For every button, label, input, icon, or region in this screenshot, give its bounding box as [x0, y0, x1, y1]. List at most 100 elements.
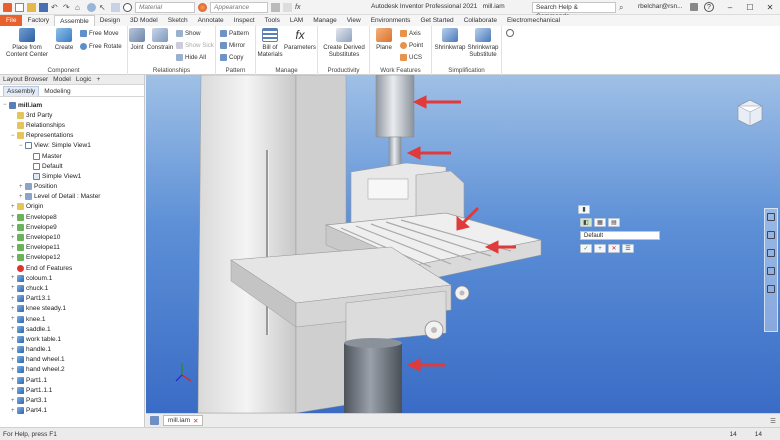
subtab-modeling[interactable]: Modeling — [41, 87, 73, 96]
bill-of-materials-button[interactable]: Bill of Materials — [257, 28, 283, 58]
tab-menu-icon[interactable]: ☰ — [770, 417, 776, 425]
tree-node[interactable]: + chuck.1 — [0, 283, 144, 293]
save-icon[interactable] — [39, 2, 48, 12]
tree-node[interactable]: − Representations — [0, 131, 144, 141]
copy-button[interactable]: Copy — [220, 54, 243, 61]
tab-lam[interactable]: LAM — [285, 15, 308, 26]
update-icon[interactable] — [87, 2, 96, 12]
tab-3d-model[interactable]: 3D Model — [125, 15, 163, 26]
tab-design[interactable]: Design — [95, 15, 125, 26]
tree-node[interactable]: Master — [0, 151, 144, 161]
home-icon[interactable]: ⌂ — [75, 3, 84, 12]
tree-node[interactable]: + work table.1 — [0, 334, 144, 344]
help-icon[interactable]: ? — [704, 2, 714, 12]
cancel-x-icon[interactable]: ✕ — [608, 244, 620, 253]
home-tab-icon[interactable] — [150, 416, 159, 425]
tree-node[interactable]: + coloum.1 — [0, 273, 144, 283]
tree-node[interactable]: + Envelope12 — [0, 253, 144, 263]
tree-node[interactable]: + Envelope8 — [0, 212, 144, 222]
tree-node[interactable]: + Origin — [0, 202, 144, 212]
material-combo[interactable]: Material — [135, 1, 195, 13]
tree-node[interactable]: + Part1.1.1 — [0, 385, 144, 395]
tree-node[interactable]: + saddle.1 — [0, 324, 144, 334]
joint-button[interactable]: Joint — [128, 28, 146, 51]
tree-node[interactable]: + Level of Detail : Master — [0, 192, 144, 202]
tree-node[interactable]: + Part1.1 — [0, 375, 144, 385]
constrain-button[interactable]: Constrain — [146, 28, 174, 51]
tree-node[interactable]: Simple View1 — [0, 171, 144, 181]
hide-all-button[interactable]: Hide All — [176, 54, 206, 61]
tree-node[interactable]: + knee.1 — [0, 314, 144, 324]
tab-inspect[interactable]: Inspect — [229, 15, 260, 26]
undo-icon[interactable]: ↶ — [51, 3, 60, 12]
shrinkwrap-substitute-button[interactable]: Shrinkwrap Substitute — [466, 28, 500, 58]
maximize-icon[interactable]: ☐ — [740, 0, 760, 15]
help-search-input[interactable]: Search Help & Commands... — [532, 2, 616, 20]
pattern-button[interactable]: Pattern — [220, 30, 249, 37]
tab-manage[interactable]: Manage — [308, 15, 342, 26]
tree-node[interactable]: Default — [0, 161, 144, 171]
user-account[interactable]: rbelchar@rsn... — [638, 3, 683, 10]
new-file-icon[interactable] — [15, 2, 24, 12]
tree-node[interactable]: − mill.iam — [0, 100, 144, 110]
place-content-center-button[interactable]: Place from Content Center — [4, 28, 50, 58]
stop-icon[interactable] — [123, 2, 132, 12]
free-move-button[interactable]: Free Move — [80, 30, 119, 37]
tree-node[interactable]: End of Features — [0, 263, 144, 273]
tab-sketch[interactable]: Sketch — [163, 15, 193, 26]
tree-node[interactable]: Relationships — [0, 120, 144, 130]
show-button[interactable]: Show — [176, 30, 200, 37]
tree-node[interactable]: + Envelope10 — [0, 232, 144, 242]
tree-node[interactable]: 3rd Party — [0, 110, 144, 120]
free-rotate-button[interactable]: Free Rotate — [80, 43, 122, 50]
close-icon[interactable]: ✕ — [760, 0, 780, 15]
tree-node[interactable]: − View: Simple View1 — [0, 141, 144, 151]
mini-toolbar-option-1-icon[interactable]: ◧ — [580, 218, 592, 227]
view-representation-combo[interactable]: Default — [580, 231, 660, 240]
adjust-icon[interactable] — [271, 2, 280, 12]
tab-tools[interactable]: Tools — [260, 15, 285, 26]
orbit-icon[interactable] — [767, 267, 775, 275]
create-derived-substitutes-button[interactable]: Create Derived Substitutes — [320, 28, 368, 58]
pan-icon[interactable] — [767, 231, 775, 239]
redo-icon[interactable]: ↷ — [63, 3, 72, 12]
tree-node[interactable]: + handle.1 — [0, 345, 144, 355]
zoom-icon[interactable] — [767, 249, 775, 257]
tree-node[interactable]: + Part4.1 — [0, 406, 144, 416]
browser-header-item[interactable]: Logic — [76, 76, 92, 83]
appearance-combo[interactable]: Appearance — [210, 1, 268, 13]
tab-collaborate[interactable]: Collaborate — [459, 15, 502, 26]
tab-environments[interactable]: Environments — [366, 15, 416, 26]
tree-node[interactable]: + Envelope9 — [0, 222, 144, 232]
tab-electromechanical[interactable]: Electromechanical — [502, 15, 565, 26]
tree-node[interactable]: + Position — [0, 182, 144, 192]
inventor-logo-icon[interactable] — [3, 2, 12, 12]
browser-header-item[interactable]: Layout Browser — [3, 76, 48, 83]
document-tab[interactable]: mill.iam ✕ — [163, 415, 204, 426]
tab-assemble[interactable]: Assemble — [54, 15, 95, 26]
browser-header-item[interactable]: + — [96, 76, 100, 83]
open-file-icon[interactable] — [27, 2, 36, 12]
ok-check-icon[interactable]: ✓ — [580, 244, 592, 253]
navigation-wheel-icon[interactable] — [767, 213, 775, 221]
tree-node[interactable]: + Part3.1 — [0, 395, 144, 405]
show-sick-button[interactable]: Show Sick — [176, 42, 214, 49]
create-button[interactable]: Create — [52, 28, 76, 51]
close-tab-icon[interactable]: ✕ — [193, 417, 198, 425]
tab-file[interactable]: File — [0, 15, 23, 26]
fx-icon[interactable]: fx — [295, 3, 304, 12]
tree-node[interactable]: + hand wheel.2 — [0, 365, 144, 375]
cart-icon[interactable] — [690, 3, 698, 11]
ucs-button[interactable]: UCS — [400, 54, 422, 61]
point-button[interactable]: Point — [400, 42, 423, 49]
tab-factory[interactable]: Factory — [22, 15, 54, 26]
tree-node[interactable]: + Envelope11 — [0, 243, 144, 253]
plane-button[interactable]: Plane — [372, 28, 396, 51]
tab-annotate[interactable]: Annotate — [193, 15, 229, 26]
mini-toolbar-option-3-icon[interactable]: ▤ — [608, 218, 620, 227]
graphics-viewport[interactable] — [146, 75, 780, 413]
apply-plus-icon[interactable]: + — [594, 244, 606, 253]
mirror-button[interactable]: Mirror — [220, 42, 245, 49]
mini-toolbar-option-2-icon[interactable]: ▦ — [594, 218, 606, 227]
tree-node[interactable]: + Part13.1 — [0, 294, 144, 304]
